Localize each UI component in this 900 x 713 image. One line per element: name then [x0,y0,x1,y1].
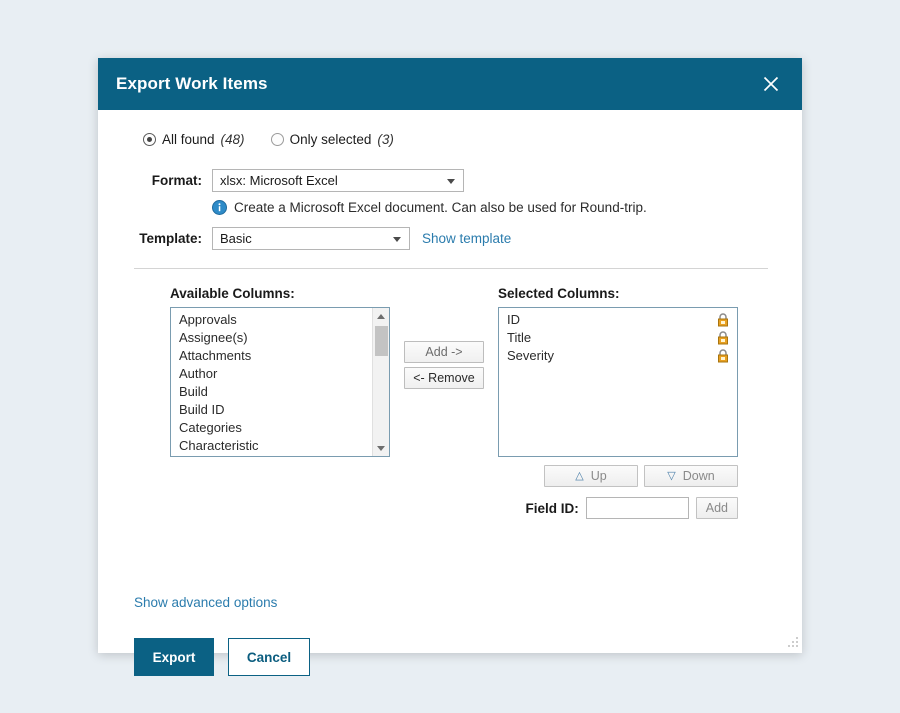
lock-icon [718,331,728,345]
chevron-down-icon: ▽ [667,469,676,482]
selected-columns-block: Selected Columns: ID Title Severity △ Up… [498,286,738,519]
radio-all-found[interactable]: All found (48) [143,132,245,147]
list-item-label: Build ID [179,402,225,417]
reorder-buttons: △ Up ▽ Down [498,465,738,487]
move-up-label: Up [590,469,607,483]
field-id-input[interactable] [585,497,689,519]
list-item-label: Categories [179,420,242,435]
radio-only-selected-count: (3) [377,132,394,147]
available-columns-listbox[interactable]: Approvals Assignee(s) Attachments Author… [170,307,390,457]
list-item-label: Title [507,330,532,345]
add-column-button[interactable]: Add -> [404,341,484,363]
section-divider [134,268,768,269]
list-item[interactable]: ID [499,311,737,329]
scroll-down-icon[interactable] [373,440,389,456]
list-item[interactable]: Attachments [171,347,369,365]
list-item-label: ID [507,312,520,327]
move-up-button[interactable]: △ Up [544,465,638,487]
radio-only-selected[interactable]: Only selected (3) [270,132,394,147]
available-columns-list: Approvals Assignee(s) Attachments Author… [171,308,369,456]
selected-columns-listbox[interactable]: ID Title Severity [498,307,738,457]
list-item-label: Characteristic [179,438,259,453]
chevron-up-icon: △ [575,469,584,482]
scroll-up-icon[interactable] [373,308,389,324]
lock-icon [718,349,728,363]
export-scope-group: All found (48) Only selected (3) [134,132,768,147]
field-id-row: Field ID: Add [498,497,738,519]
info-icon [212,200,227,215]
list-item[interactable]: Severity [499,347,737,365]
columns-area: Available Columns: Approvals Assignee(s)… [134,286,768,519]
template-row: Template: Basic Show template [134,227,768,250]
format-row: Format: xlsx: Microsoft Excel [134,169,768,192]
template-label: Template: [139,231,202,246]
format-hint-text: Create a Microsoft Excel document. Can a… [234,200,647,215]
chevron-down-icon [447,178,455,184]
dialog-titlebar: Export Work Items [98,58,802,110]
show-template-link[interactable]: Show template [422,231,511,246]
chevron-down-icon [393,236,401,242]
radio-all-found-label: All found [162,132,215,147]
radio-all-found-mark [143,133,156,146]
selected-columns-list: ID Title Severity [499,308,737,365]
cancel-button[interactable]: Cancel [228,638,310,676]
format-hint: Create a Microsoft Excel document. Can a… [212,200,768,215]
dialog-title: Export Work Items [116,74,268,93]
available-columns-block: Available Columns: Approvals Assignee(s)… [170,286,390,519]
list-item[interactable]: Build [171,383,369,401]
selected-columns-title: Selected Columns: [498,286,620,301]
list-item[interactable]: Assignee(s) [171,329,369,347]
close-icon[interactable] [756,69,786,99]
list-item[interactable]: Build ID [171,401,369,419]
radio-all-found-count: (48) [220,132,245,147]
dialog-body: All found (48) Only selected (3) Format:… [98,110,802,676]
footer-buttons: Export Cancel [134,638,310,676]
list-item[interactable]: Approvals [171,311,369,329]
list-item-label: Code Freeze Date [179,455,285,456]
list-item[interactable]: Author [171,365,369,383]
template-select[interactable]: Basic [212,227,410,250]
show-advanced-options-link[interactable]: Show advanced options [134,595,277,610]
move-down-button[interactable]: ▽ Down [644,465,738,487]
format-select-value: xlsx: Microsoft Excel [220,173,338,188]
resize-grip[interactable] [785,636,799,650]
field-id-label: Field ID: [525,500,579,516]
radio-only-selected-mark [270,133,284,146]
list-item[interactable]: Code Freeze Date [171,455,369,456]
list-item[interactable]: Characteristic [171,437,369,455]
list-item-label: Severity [507,348,554,363]
add-field-id-button[interactable]: Add [695,497,738,519]
remove-column-button[interactable]: <- Remove [404,367,484,389]
available-columns-title: Available Columns: [170,286,295,301]
list-item-label: Assignee(s) [179,330,248,345]
radio-only-selected-label: Only selected [289,132,372,147]
list-item-label: Attachments [179,348,252,363]
list-item[interactable]: Categories [171,419,369,437]
move-down-label: Down [682,469,715,483]
available-columns-scrollbar[interactable] [372,308,389,456]
transfer-buttons: Add -> <- Remove [404,286,484,519]
list-item-label: Build [179,384,208,399]
list-item-label: Author [179,366,218,381]
export-button[interactable]: Export [134,638,214,676]
list-item[interactable]: Title [499,329,737,347]
format-label: Format: [151,173,202,188]
scrollbar-thumb[interactable] [375,326,388,356]
list-item-label: Approvals [179,312,237,327]
lock-icon [718,313,728,327]
format-select[interactable]: xlsx: Microsoft Excel [212,169,464,192]
export-work-items-dialog: Export Work Items All found (48) Only se… [98,58,802,676]
template-select-value: Basic [220,231,252,246]
